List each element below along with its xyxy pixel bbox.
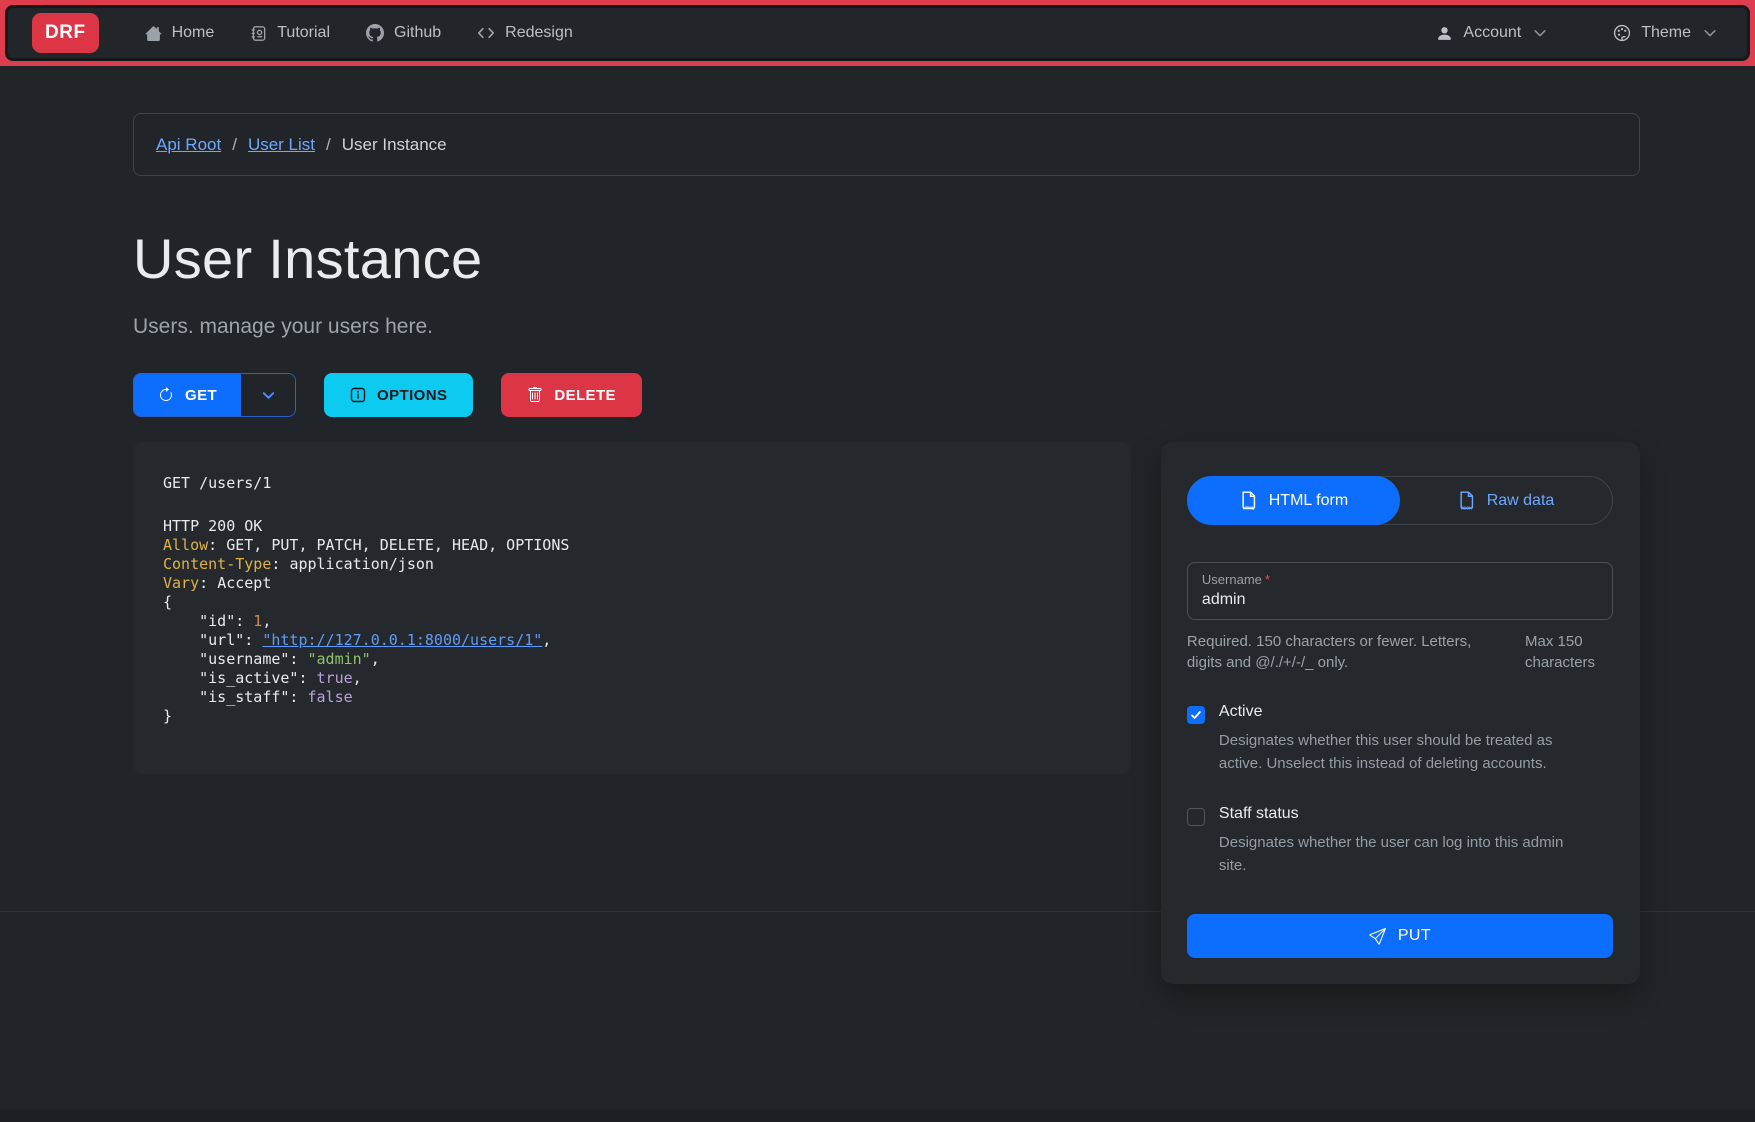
person-icon — [1436, 25, 1453, 42]
staff-checkbox-row: Staff status Designates whether the user… — [1187, 805, 1613, 877]
theme-dropdown[interactable]: Theme — [1613, 24, 1717, 42]
active-checkbox-row: Active Designates whether this user shou… — [1187, 703, 1613, 775]
breadcrumb-separator: / — [232, 135, 237, 155]
svg-text:JSON: JSON — [1461, 505, 1472, 510]
content-row: GET /users/1 HTTP 200 OK Allow: GET, PUT… — [133, 442, 1640, 984]
json-line-is-staff: "is_staff": false — [163, 688, 1131, 707]
nav-item-label: Github — [394, 24, 441, 42]
account-label: Account — [1463, 24, 1521, 42]
file-json-icon: JSON — [1457, 491, 1476, 510]
main-content: Api Root / User List / User Instance Use… — [133, 113, 1640, 984]
action-buttons: GET OPTIONS DELETE — [133, 373, 1640, 417]
delete-button[interactable]: DELETE — [501, 373, 642, 417]
json-line-id: "id": 1, — [163, 612, 1131, 631]
username-field-box: Username* — [1187, 562, 1613, 620]
active-checkbox-label[interactable]: Active — [1219, 703, 1613, 724]
nav-links: Home Tutorial Github Redesign — [145, 24, 573, 42]
json-close-brace: } — [163, 707, 1131, 726]
journal-icon — [250, 25, 267, 42]
put-button[interactable]: PUT — [1187, 914, 1613, 958]
breadcrumb-current: User Instance — [342, 135, 447, 155]
get-dropdown-toggle[interactable] — [241, 374, 295, 416]
response-url-link[interactable]: "http://127.0.0.1:8000/users/1" — [262, 631, 542, 649]
file-html-icon: HTML — [1239, 491, 1258, 510]
required-asterisk: * — [1265, 572, 1270, 587]
palette-icon — [1613, 24, 1631, 42]
delete-button-label: DELETE — [554, 387, 616, 404]
username-help-text: Required. 150 characters or fewer. Lette… — [1187, 631, 1492, 673]
nav-item-redesign[interactable]: Redesign — [477, 24, 573, 42]
get-button-group: GET — [133, 373, 296, 417]
request-line: GET /users/1 — [163, 474, 1131, 493]
json-line-username: "username": "admin", — [163, 650, 1131, 669]
tab-label: HTML form — [1269, 492, 1348, 510]
json-open-brace: { — [163, 593, 1131, 612]
username-help-row: Required. 150 characters or fewer. Lette… — [1187, 631, 1613, 673]
put-button-label: PUT — [1398, 927, 1431, 945]
nav-item-label: Tutorial — [277, 24, 330, 42]
nav-item-tutorial[interactable]: Tutorial — [250, 24, 330, 42]
tab-html-form[interactable]: HTML HTML form — [1187, 476, 1400, 525]
username-input[interactable] — [1202, 591, 1598, 609]
staff-checkbox-description: Designates whether the user can log into… — [1219, 831, 1589, 877]
breadcrumb-link-user-list[interactable]: User List — [248, 135, 315, 155]
form-card: HTML HTML form JSON Raw data Username* R… — [1161, 442, 1640, 984]
header-line-allow: Allow: GET, PUT, PATCH, DELETE, HEAD, OP… — [163, 536, 1131, 555]
refresh-icon — [158, 387, 174, 403]
chevron-down-icon — [1703, 26, 1717, 40]
send-icon — [1369, 928, 1386, 945]
home-icon — [145, 25, 162, 42]
navbar-frame: DRF Home Tutorial Github — [0, 0, 1755, 66]
staff-checkbox-label[interactable]: Staff status — [1219, 805, 1613, 826]
blank-line — [163, 493, 1131, 517]
header-line-vary: Vary: Accept — [163, 574, 1131, 593]
code-icon — [477, 24, 495, 42]
options-button-label: OPTIONS — [377, 387, 447, 404]
breadcrumb: Api Root / User List / User Instance — [133, 113, 1640, 176]
page-subtitle: Users. manage your users here. — [133, 315, 1640, 339]
theme-label: Theme — [1641, 24, 1691, 42]
json-line-url: "url": "http://127.0.0.1:8000/users/1", — [163, 631, 1131, 650]
options-button[interactable]: OPTIONS — [324, 373, 473, 417]
staff-status-checkbox[interactable] — [1187, 808, 1205, 826]
tab-raw-data[interactable]: JSON Raw data — [1399, 477, 1612, 524]
json-line-is-active: "is_active": true, — [163, 669, 1131, 688]
nav-item-github[interactable]: Github — [366, 24, 441, 42]
header-line-content-type: Content-Type: application/json — [163, 555, 1131, 574]
trash-icon — [527, 387, 543, 403]
nav-item-label: Home — [172, 24, 215, 42]
active-checkbox-description: Designates whether this user should be t… — [1219, 729, 1589, 775]
chevron-down-icon — [261, 388, 276, 403]
info-square-icon — [350, 387, 366, 403]
svg-text:HTML: HTML — [1242, 505, 1254, 510]
response-panel: GET /users/1 HTTP 200 OK Allow: GET, PUT… — [133, 442, 1131, 774]
form-tabs: HTML HTML form JSON Raw data — [1187, 476, 1613, 525]
get-button-label: GET — [185, 387, 217, 404]
nav-item-home[interactable]: Home — [145, 24, 215, 42]
active-checkbox[interactable] — [1187, 706, 1205, 724]
navbar: DRF Home Tutorial Github — [5, 5, 1750, 61]
brand-logo[interactable]: DRF — [32, 13, 99, 53]
tab-label: Raw data — [1487, 492, 1555, 510]
breadcrumb-separator: / — [326, 135, 331, 155]
nav-right: Account Theme — [1436, 24, 1723, 42]
footer-strip — [0, 1110, 1755, 1122]
username-label: Username* — [1202, 572, 1598, 587]
page-title: User Instance — [133, 226, 1640, 291]
status-line: HTTP 200 OK — [163, 517, 1131, 536]
breadcrumb-link-api-root[interactable]: Api Root — [156, 135, 221, 155]
check-icon — [1190, 709, 1202, 721]
nav-item-label: Redesign — [505, 24, 573, 42]
chevron-down-icon — [1533, 26, 1547, 40]
username-max-note: Max 150 characters — [1525, 631, 1613, 673]
account-dropdown[interactable]: Account — [1436, 24, 1547, 42]
get-button[interactable]: GET — [134, 374, 241, 416]
github-icon — [366, 24, 384, 42]
